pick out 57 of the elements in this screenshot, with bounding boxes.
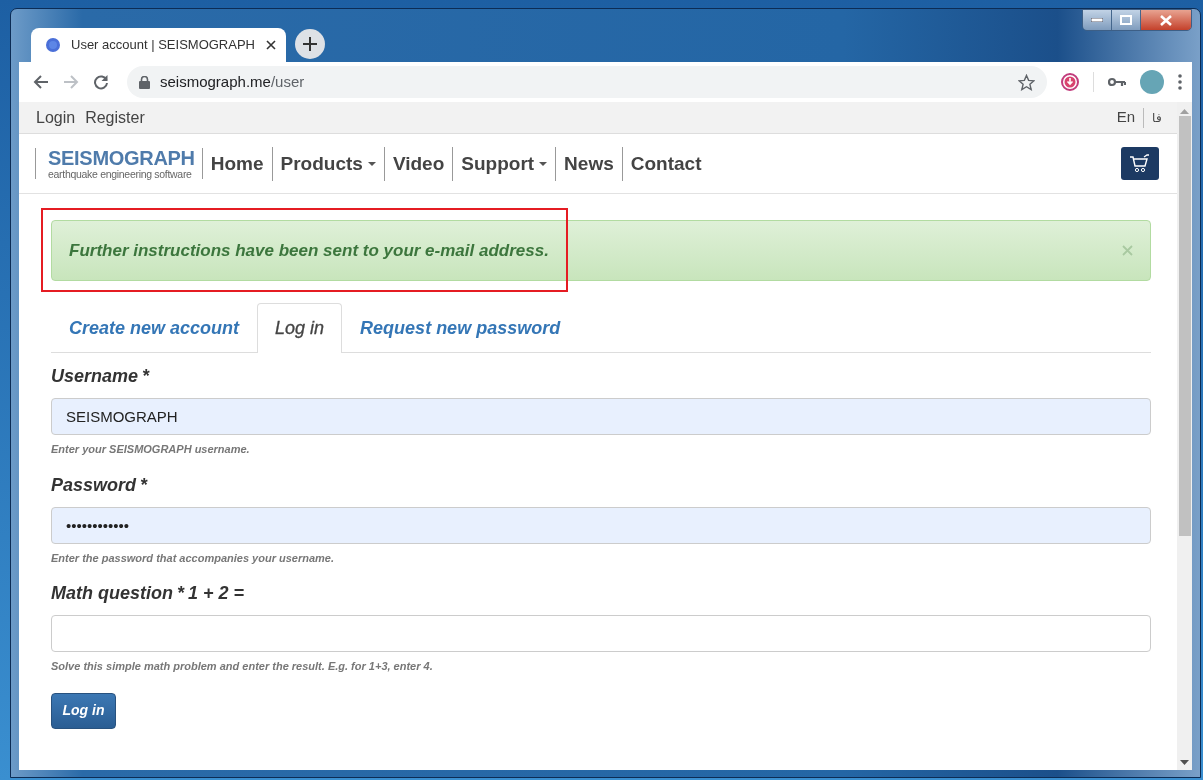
maximize-button[interactable] bbox=[1112, 10, 1141, 30]
form-tab[interactable]: Log in bbox=[257, 303, 343, 353]
download-icon[interactable] bbox=[1061, 73, 1079, 91]
nav-link[interactable]: News bbox=[556, 146, 623, 181]
required-mark: * bbox=[140, 473, 148, 497]
field-label: Username bbox=[51, 365, 139, 388]
cart-button[interactable] bbox=[1121, 147, 1159, 180]
form-tab[interactable]: Create new account bbox=[51, 302, 258, 353]
logo-tagline: earthquake engineering software bbox=[48, 168, 193, 180]
help-text: Enter the password that accompanies your username. bbox=[51, 550, 336, 566]
nav-link[interactable]: Products bbox=[272, 146, 385, 181]
tab-title: User account | SEISMOGRAPH bbox=[71, 36, 256, 55]
site-logo[interactable]: SEISMOGRAPH earthquake engineering software bbox=[35, 147, 203, 180]
reload-button[interactable] bbox=[93, 74, 109, 90]
favicon-icon bbox=[45, 37, 61, 53]
logo-name: SEISMOGRAPH bbox=[48, 147, 195, 168]
close-icon[interactable] bbox=[266, 40, 276, 50]
math-question-text: 1 + 2 = bbox=[188, 582, 245, 605]
help-text: Solve this simple math problem and enter the result. E.g. for 1+3, enter 4. bbox=[51, 659, 434, 674]
plus-icon bbox=[303, 37, 317, 51]
close-button[interactable] bbox=[1141, 10, 1191, 30]
input-field[interactable] bbox=[51, 615, 1151, 652]
menu-icon[interactable] bbox=[1178, 74, 1182, 90]
required-mark: * bbox=[142, 365, 150, 388]
new-tab-button[interactable] bbox=[295, 29, 325, 59]
browser-tab[interactable]: User account | SEISMOGRAPH bbox=[31, 28, 286, 62]
close-icon bbox=[1160, 14, 1172, 26]
login-button[interactable]: Log in bbox=[51, 692, 116, 729]
scrollbar[interactable] bbox=[1177, 102, 1192, 770]
avatar-icon[interactable] bbox=[1140, 70, 1164, 94]
alert-message: Further instructions have been sent to your e-mail address. bbox=[69, 239, 550, 262]
cart-icon bbox=[1129, 154, 1151, 173]
form-tab[interactable]: Request new password bbox=[342, 302, 579, 353]
help-text: Enter your SEISMOGRAPH username. bbox=[51, 442, 251, 457]
key-icon[interactable] bbox=[1108, 77, 1126, 87]
language-link[interactable]: En bbox=[1116, 106, 1135, 129]
lock-icon bbox=[139, 75, 150, 89]
nav-link[interactable]: Support bbox=[453, 146, 557, 181]
maximize-icon bbox=[1120, 15, 1132, 25]
star-icon[interactable] bbox=[1018, 73, 1035, 91]
field-label: Math question bbox=[51, 582, 173, 605]
top-link[interactable]: Register bbox=[85, 105, 145, 130]
nav-link[interactable]: Home bbox=[202, 146, 273, 181]
scroll-down-icon[interactable] bbox=[1180, 760, 1189, 766]
field-label: Password bbox=[51, 473, 137, 497]
input-field[interactable]: •••••••••••• bbox=[51, 506, 1151, 544]
minimize-icon bbox=[1091, 18, 1103, 22]
top-link[interactable]: Login bbox=[36, 105, 76, 130]
required-mark: * bbox=[177, 582, 184, 605]
minimize-button[interactable] bbox=[1083, 10, 1112, 30]
input-field[interactable]: SEISMOGRAPH bbox=[51, 398, 1151, 435]
back-button[interactable] bbox=[33, 74, 49, 90]
nav-link[interactable]: Video bbox=[384, 146, 454, 181]
nav-link[interactable]: Contact bbox=[622, 146, 710, 181]
url-text: seismograph.me/user bbox=[160, 71, 306, 92]
address-bar[interactable]: seismograph.me/user bbox=[127, 66, 1047, 98]
language-link[interactable]: فا bbox=[1152, 108, 1162, 127]
